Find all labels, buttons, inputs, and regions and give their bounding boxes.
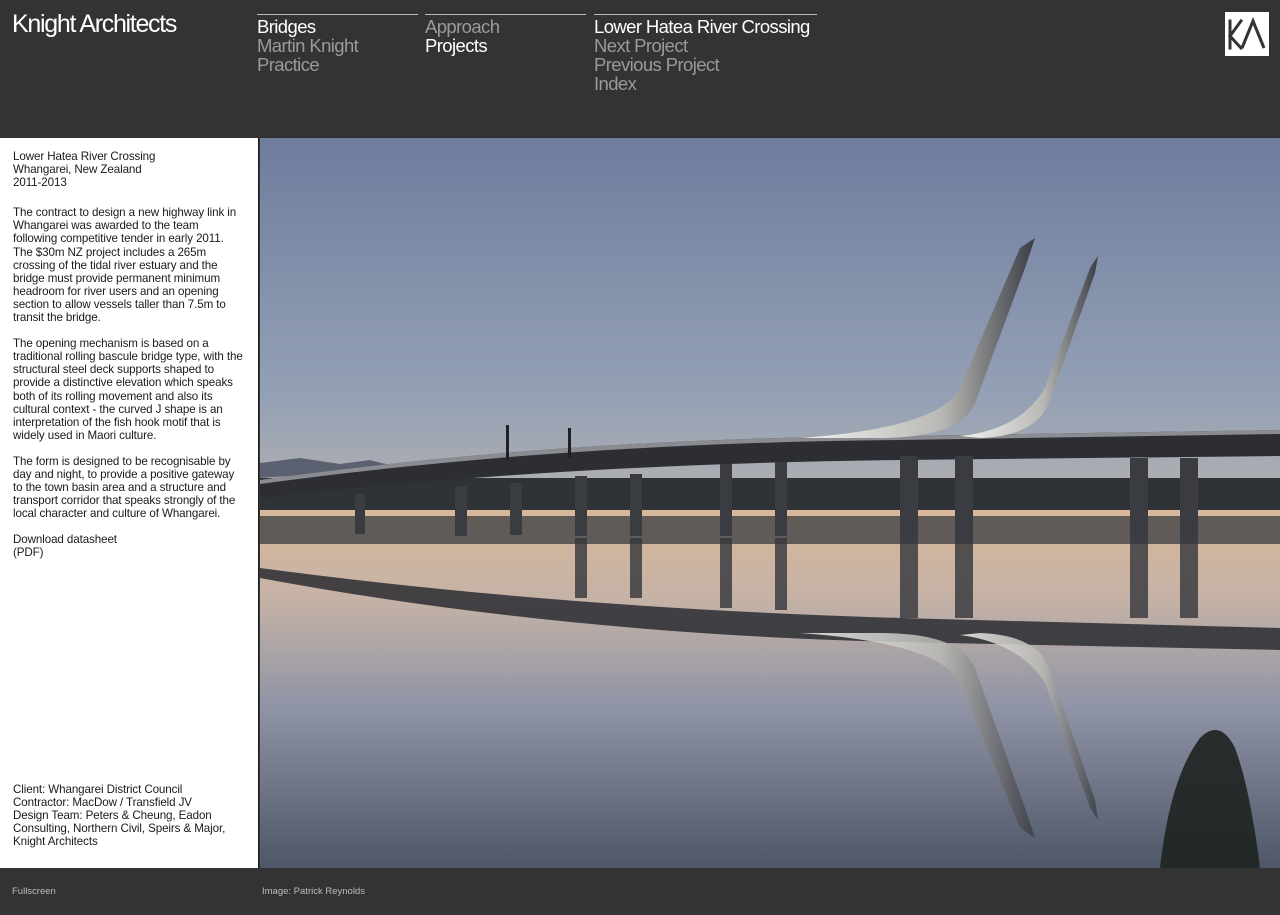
nav-approach[interactable]: Approach: [425, 17, 586, 36]
credit-client: Client: Whangarei District Council: [13, 782, 183, 796]
project-location: Whangarei, New Zealand: [13, 163, 142, 177]
nav-projects[interactable]: Projects: [425, 36, 586, 55]
project-credits: Client: Whangarei District Council Contr…: [13, 783, 245, 848]
nav-bridges[interactable]: Bridges: [257, 17, 418, 36]
download-label: Download datasheet: [13, 533, 117, 547]
credit-contractor: Contractor: MacDow / Transfield JV: [13, 795, 192, 809]
project-sidebar: Lower Hatea River Crossing Whangarei, Ne…: [0, 138, 259, 868]
download-datasheet-link[interactable]: Download datasheet (PDF): [13, 533, 243, 559]
fullscreen-link[interactable]: Fullscreen: [12, 886, 56, 897]
project-photo: [260, 138, 1280, 868]
nav-martin-knight[interactable]: Martin Knight: [257, 36, 418, 55]
description-paragraph-2: The opening mechanism is based on a trad…: [13, 337, 243, 442]
credit-design-team: Design Team: Peters & Cheung, Eadon Cons…: [13, 808, 226, 848]
site-header: Knight Architects Bridges Martin Knight …: [0, 0, 1280, 138]
project-meta: Lower Hatea River Crossing Whangarei, Ne…: [13, 150, 243, 189]
nav-next-project[interactable]: Next Project: [594, 36, 817, 55]
site-footer: Fullscreen Image: Patrick Reynolds: [0, 868, 1280, 915]
nav-column-main: Bridges Martin Knight Practice: [257, 14, 418, 74]
description-paragraph-1: The contract to design a new highway lin…: [13, 206, 237, 325]
nav-previous-project[interactable]: Previous Project: [594, 55, 817, 74]
project-years: 2011-2013: [13, 176, 67, 190]
image-credit: Image: Patrick Reynolds: [262, 886, 365, 897]
brand-link[interactable]: Knight Architects: [12, 9, 177, 39]
nav-practice[interactable]: Practice: [257, 55, 418, 74]
nav-column-section: Approach Projects: [425, 14, 586, 55]
ka-logo-icon[interactable]: [1225, 12, 1269, 56]
nav-column-project: Lower Hatea River Crossing Next Project …: [594, 14, 817, 93]
project-description: Lower Hatea River Crossing Whangarei, Ne…: [13, 150, 243, 560]
description-paragraph-3: The form is designed to be recognisable …: [13, 454, 236, 521]
download-format: (PDF): [13, 546, 44, 560]
nav-index[interactable]: Index: [594, 74, 817, 93]
nav-current-project[interactable]: Lower Hatea River Crossing: [594, 17, 817, 36]
project-title: Lower Hatea River Crossing: [13, 150, 156, 163]
